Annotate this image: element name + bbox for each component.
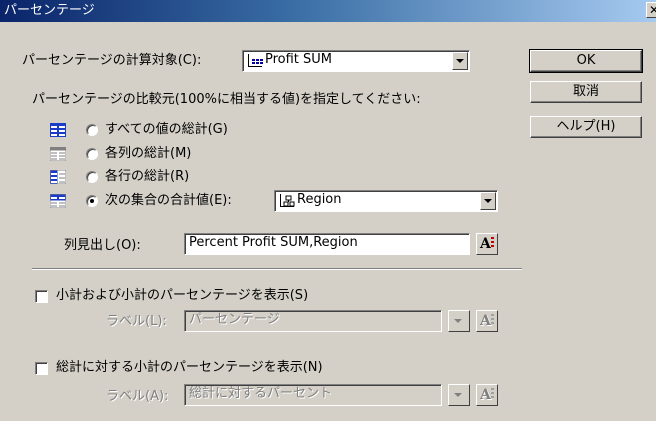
cancel-button[interactable]: 取消 [530,81,642,103]
chevron-down-icon[interactable] [452,52,468,70]
total-label-input[interactable]: 総計に対するパーセント [184,384,442,406]
radio-grand-total[interactable] [86,124,98,136]
hierarchy-icon [280,194,295,207]
column-header-value: Percent Profit SUM,Region [189,235,358,250]
subtotal-checkbox[interactable] [35,290,48,303]
radio-row-total[interactable] [86,171,98,183]
subtotal-label-caption: ラベル(L): [106,314,167,329]
window-title: パーセンテージ [4,3,95,18]
total-font-button[interactable]: A [476,384,498,406]
separator [32,268,522,270]
option-row-total-label[interactable]: 各行の総計(R) [105,169,189,185]
row-total-grid-icon [50,170,66,184]
grand-total-grid-icon [50,123,66,137]
chevron-down-icon[interactable] [480,192,496,210]
total-dropdown-button[interactable] [448,384,470,406]
column-header-label: 列見出し(O): [64,238,141,253]
column-header-input[interactable]: Percent Profit SUM,Region [184,233,470,255]
radio-set-total[interactable] [86,195,98,207]
font-color-dots [491,314,494,326]
column-total-grid-icon [50,147,66,161]
radio-column-total[interactable] [86,148,98,160]
close-icon[interactable]: ✕ [646,2,656,18]
total-label-placeholder: 総計に対するパーセント [189,386,333,401]
option-set-total-label[interactable]: 次の集合の合計値(E): [105,193,232,209]
subtotal-label-placeholder: パーセンテージ [189,312,280,327]
help-button[interactable]: ヘルプ(H) [530,116,642,138]
font-color-dots [491,388,494,400]
calc-target-value: Profit SUM [265,52,333,67]
option-grand-total-label[interactable]: すべての値の総計(G) [105,122,228,138]
subtotal-checkbox-label[interactable]: 小計および小計のパーセンテージを表示(S) [56,288,308,304]
total-checkbox-label[interactable]: 総計に対する小計のパーセンテージを表示(N) [56,360,323,376]
font-color-dots [491,237,494,249]
calc-target-select[interactable]: Profit SUM [242,50,470,72]
total-checkbox[interactable] [35,362,48,375]
set-value: Region [297,192,342,207]
font-icon: A [480,313,491,329]
set-total-grid-icon [50,194,66,208]
ok-button[interactable]: OK [529,49,643,73]
subtotal-dropdown-button[interactable] [448,310,470,332]
chevron-down-icon [451,387,467,403]
font-icon: A [480,236,491,252]
title-bar[interactable]: パーセンテージ ✕ [0,0,656,22]
option-column-total-label[interactable]: 各列の総計(M) [105,146,191,162]
base-instruction: パーセンテージの比較元(100%に相当する値)を指定してください: [32,92,421,107]
chevron-down-icon [451,313,467,329]
percentage-dialog: パーセンテージ ✕ パーセンテージの計算対象(C): Profit SUM OK… [0,0,656,421]
measure-icon [248,54,263,67]
font-button[interactable]: A [476,233,498,255]
set-select[interactable]: Region [274,190,498,212]
calc-target-label: パーセンテージの計算対象(C): [22,53,202,68]
subtotal-font-button[interactable]: A [476,310,498,332]
total-label-caption: ラベル(A): [106,389,169,404]
subtotal-label-input[interactable]: パーセンテージ [184,310,442,332]
font-icon: A [480,387,491,403]
